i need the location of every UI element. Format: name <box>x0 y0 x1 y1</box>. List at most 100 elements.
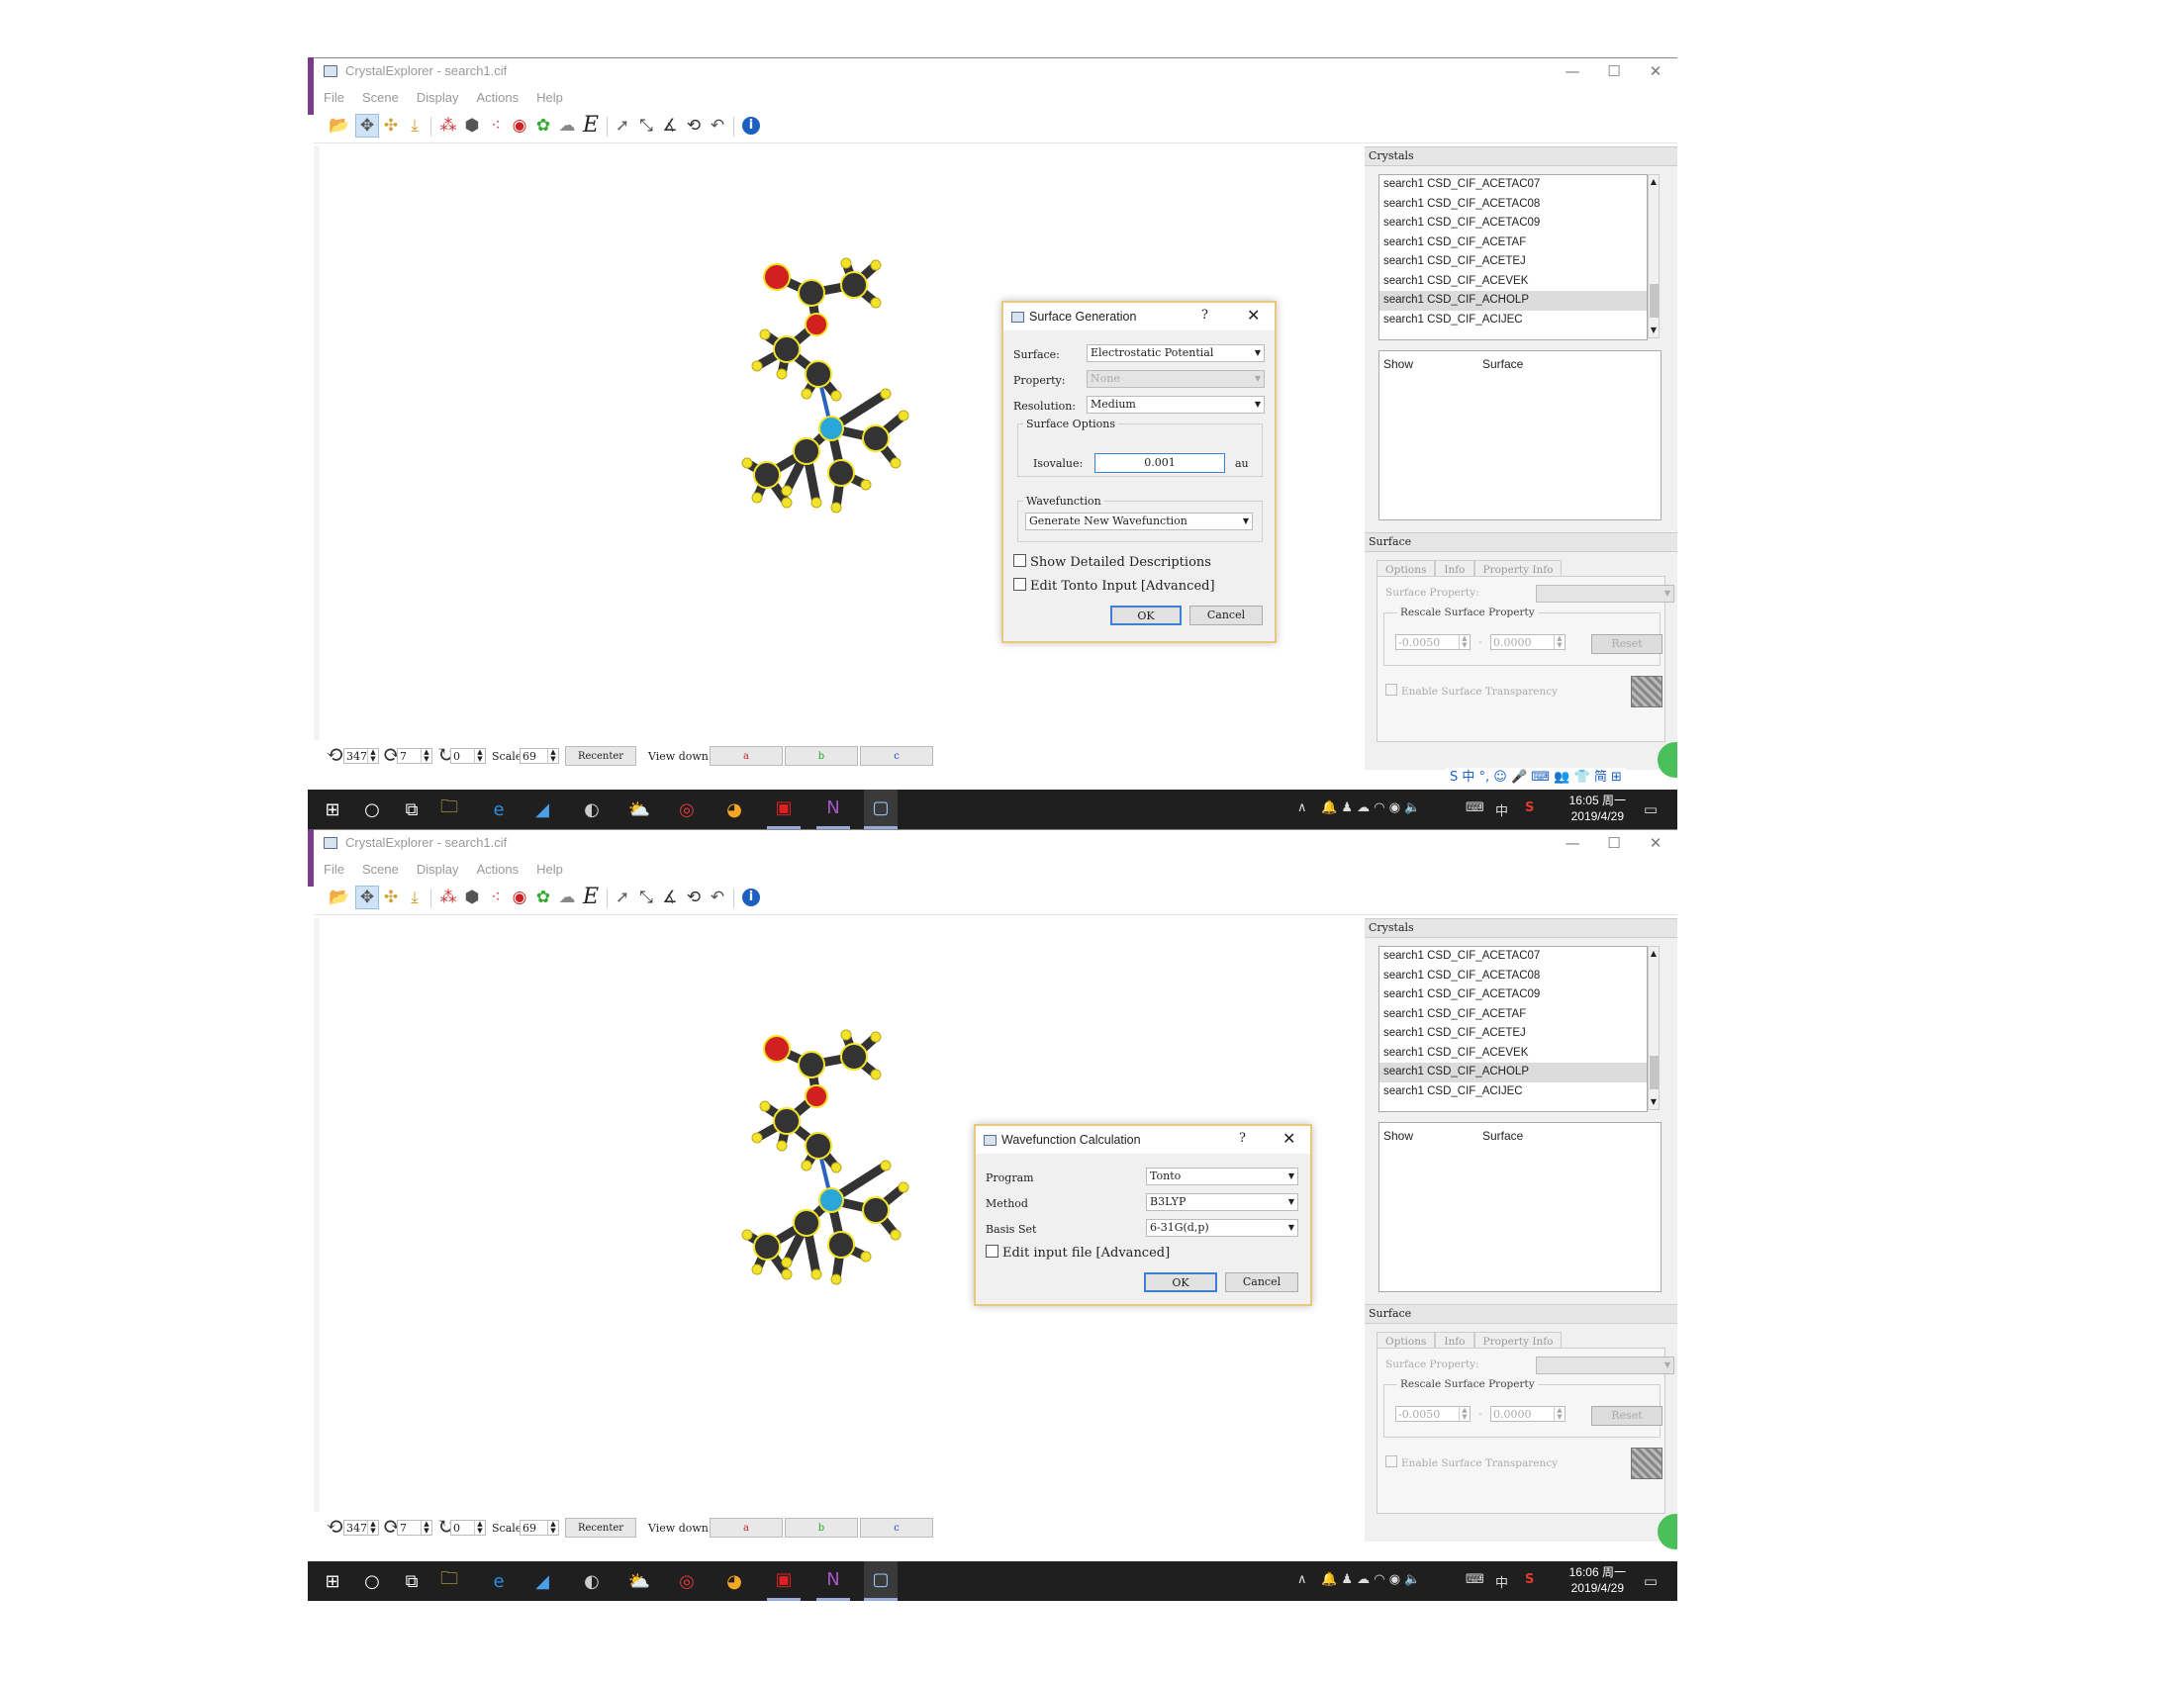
surfaces-table[interactable]: Show Surface <box>1378 350 1662 520</box>
view-down-a-button[interactable]: a <box>710 746 783 766</box>
cell-icon[interactable]: ⬢ <box>460 114 484 138</box>
app-icon-blue[interactable]: ◢ <box>525 1561 559 1601</box>
view-down-b-button[interactable]: b <box>785 746 858 766</box>
menu-scene[interactable]: Scene <box>362 860 399 880</box>
menu-help[interactable]: Help <box>536 860 563 880</box>
scale-spinbox[interactable]: 69 ▲ ▼ <box>520 748 559 764</box>
app-icon-blue[interactable]: ◢ <box>525 790 559 829</box>
scale-icon[interactable]: ⤓ <box>403 886 427 909</box>
list-item[interactable]: search1 CSD_CIF_ACETAF <box>1379 1005 1647 1025</box>
basis-set-select[interactable]: 6-31G(d,p) ▼ <box>1146 1219 1298 1237</box>
rotate-icon[interactable]: ✥ <box>355 114 379 138</box>
edit-tonto-checkbox[interactable]: Edit Tonto Input [Advanced] <box>1013 578 1215 594</box>
app-icon-gray[interactable]: ◐ <box>575 1561 609 1601</box>
show-detailed-checkbox[interactable]: Show Detailed Descriptions <box>1013 554 1211 570</box>
rotate-z-spinbox[interactable]: 0 ▲ ▼ <box>450 748 486 764</box>
search-icon[interactable]: ○ <box>355 1561 389 1601</box>
measure-torsion-icon[interactable]: ⟲ <box>682 114 706 138</box>
app-icon-cloud[interactable]: ⛅ <box>622 790 656 829</box>
action-center-icon[interactable]: ▭ <box>1644 800 1658 818</box>
undo-icon[interactable]: ↶ <box>706 886 729 909</box>
list-item[interactable]: search1 CSD_CIF_ACETAC07 <box>1379 947 1647 967</box>
fragment-icon[interactable]: ⁖ <box>484 886 508 909</box>
close-button[interactable]: ✕ <box>1636 832 1675 854</box>
netease-music-icon[interactable]: ◎ <box>670 790 704 829</box>
youdao-icon[interactable]: ▣ <box>767 1561 801 1601</box>
netease-music-icon[interactable]: ◎ <box>670 1561 704 1601</box>
molecule-icon[interactable]: ⁂ <box>436 114 460 138</box>
surface-type-select[interactable]: Electrostatic Potential ▼ <box>1087 344 1265 362</box>
close-button[interactable]: ✕ <box>1636 60 1675 82</box>
target-icon[interactable]: ◉ <box>508 886 531 909</box>
energy-icon[interactable]: E <box>579 886 603 909</box>
action-center-icon[interactable]: ▭ <box>1644 1572 1658 1590</box>
chrome-icon[interactable]: ◕ <box>717 790 751 829</box>
app-icon-cloud[interactable]: ⛅ <box>622 1561 656 1601</box>
rescale-max-spinbox[interactable]: 0.0000 ▲ ▼ <box>1490 1406 1566 1422</box>
transparency-checkbox[interactable]: Enable Surface Transparency <box>1385 1455 1558 1469</box>
crystals-scrollbar[interactable]: ▲ ▼ <box>1648 946 1660 1110</box>
list-item[interactable]: search1 CSD_CIF_ACETAC09 <box>1379 214 1647 234</box>
open-folder-icon[interactable]: 📂 <box>328 114 351 138</box>
menu-display[interactable]: Display <box>417 860 459 880</box>
youdao-icon[interactable]: ▣ <box>767 790 801 829</box>
info-icon[interactable]: i <box>739 886 763 909</box>
rescale-min-spinbox[interactable]: -0.0050 ▲ ▼ <box>1395 1406 1471 1422</box>
view-down-c-button[interactable]: c <box>860 1518 933 1538</box>
keyboard-icon[interactable]: ⌨ <box>1466 800 1484 815</box>
menu-help[interactable]: Help <box>536 88 563 108</box>
surface-property-combo[interactable]: ▼ <box>1536 585 1674 603</box>
list-item[interactable]: search1 CSD_CIF_ACETAC08 <box>1379 195 1647 215</box>
minimize-button[interactable]: — <box>1553 60 1592 82</box>
surface-icon[interactable]: ✿ <box>531 886 555 909</box>
view-down-b-button[interactable]: b <box>785 1518 858 1538</box>
left-dock-grip[interactable] <box>314 146 320 740</box>
wavefunction-select[interactable]: Generate New Wavefunction ▼ <box>1025 513 1253 530</box>
rotate-x-spinbox[interactable]: 347 ▲ ▼ <box>343 748 379 764</box>
undo-icon[interactable]: ↶ <box>706 114 729 138</box>
taskbar-clock[interactable]: 16:05 周一 2019/4/29 <box>1569 793 1626 824</box>
translate-icon[interactable]: ✣ <box>379 886 403 909</box>
menu-scene[interactable]: Scene <box>362 88 399 108</box>
surface-color-swatch[interactable] <box>1631 1448 1662 1479</box>
transparency-checkbox[interactable]: Enable Surface Transparency <box>1385 684 1558 698</box>
rotate-y-spinbox[interactable]: 7 ▲ ▼ <box>397 748 432 764</box>
crystals-list[interactable]: search1 CSD_CIF_ACETAC07 search1 CSD_CIF… <box>1378 946 1648 1112</box>
edge-browser-icon[interactable]: e <box>482 1561 516 1601</box>
surface-color-swatch[interactable] <box>1631 676 1662 707</box>
cloud-icon[interactable]: ☁ <box>555 886 579 909</box>
pointer-icon[interactable]: ➚ <box>611 886 634 909</box>
task-view-icon[interactable]: ⧉ <box>395 1561 428 1601</box>
menu-actions[interactable]: Actions <box>476 860 519 880</box>
ok-button[interactable]: OK <box>1144 1272 1217 1292</box>
rotate-y-spinbox[interactable]: 7 ▲ ▼ <box>397 1520 432 1536</box>
list-item[interactable]: search1 CSD_CIF_ACEVEK <box>1379 272 1647 292</box>
energy-icon[interactable]: E <box>579 114 603 138</box>
sogou-icon[interactable]: S <box>1525 1572 1534 1587</box>
ime-indicator[interactable]: 中 <box>1495 800 1508 819</box>
tray-icons[interactable]: 🔔 ♟ ☁ ◠ ◉ 🔈 <box>1321 1572 1420 1587</box>
onenote-icon[interactable]: N <box>816 790 850 829</box>
molecule-icon[interactable]: ⁂ <box>436 886 460 909</box>
list-item[interactable]: search1 CSD_CIF_ACETAF <box>1379 234 1647 253</box>
target-icon[interactable]: ◉ <box>508 114 531 138</box>
measure-torsion-icon[interactable]: ⟲ <box>682 886 706 909</box>
list-item[interactable]: search1 CSD_CIF_ACETAC09 <box>1379 985 1647 1005</box>
recenter-button[interactable]: Recenter <box>565 746 636 766</box>
rescale-min-spinbox[interactable]: -0.0050 ▲ ▼ <box>1395 634 1471 650</box>
method-select[interactable]: B3LYP ▼ <box>1146 1193 1298 1211</box>
rotate-z-spinbox[interactable]: 0 ▲ ▼ <box>450 1520 486 1536</box>
left-dock-grip[interactable] <box>314 918 320 1512</box>
windows-start-icon[interactable]: ⊞ <box>316 790 349 829</box>
surface-property-combo[interactable]: ▼ <box>1536 1357 1674 1374</box>
measure-distance-icon[interactable]: ⤡ <box>634 114 658 138</box>
maximize-button[interactable]: ☐ <box>1594 832 1634 854</box>
view-down-a-button[interactable]: a <box>710 1518 783 1538</box>
view-down-c-button[interactable]: c <box>860 746 933 766</box>
list-item[interactable]: search1 CSD_CIF_ACIJEC <box>1379 1082 1647 1102</box>
cancel-button[interactable]: Cancel <box>1225 1272 1298 1292</box>
file-explorer-icon[interactable]: 🗀 <box>432 790 466 829</box>
task-view-icon[interactable]: ⧉ <box>395 790 428 829</box>
ime-indicator[interactable]: 中 <box>1495 1572 1508 1591</box>
menu-actions[interactable]: Actions <box>476 88 519 108</box>
